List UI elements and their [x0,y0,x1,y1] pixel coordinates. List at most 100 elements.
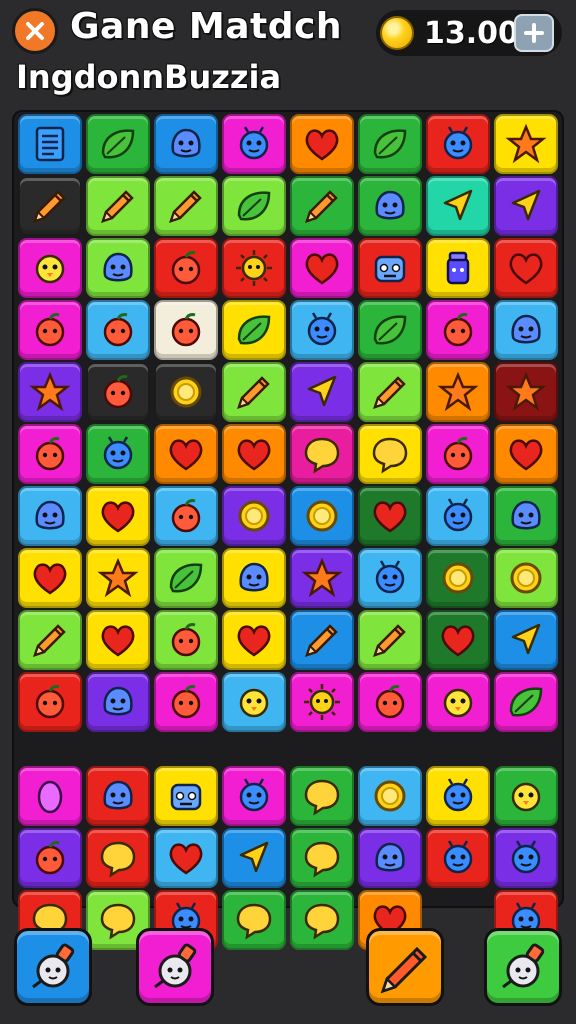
board-tile[interactable] [18,828,82,888]
board-tile[interactable] [154,672,218,732]
board-tile[interactable] [86,176,150,236]
board-tile[interactable] [358,766,422,826]
booster-button[interactable] [484,928,562,1006]
board-tile[interactable] [494,114,558,174]
board-tile[interactable] [358,548,422,608]
board-tile[interactable] [154,238,218,298]
board-tile[interactable] [494,362,558,422]
board-tile[interactable] [290,300,354,360]
board-tile[interactable] [222,238,286,298]
board-tile[interactable] [18,548,82,608]
board-tile[interactable] [154,610,218,670]
board-tile[interactable] [290,828,354,888]
board-tile[interactable] [358,610,422,670]
board-tile[interactable] [154,362,218,422]
board-tile[interactable] [426,486,490,546]
board-tile[interactable] [494,610,558,670]
board-tile[interactable] [222,548,286,608]
board-tile[interactable] [222,766,286,826]
board-tile[interactable] [18,766,82,826]
board-tile[interactable] [426,424,490,484]
board-tile[interactable] [290,176,354,236]
board-tile[interactable] [358,424,422,484]
board-tile[interactable] [18,176,82,236]
board-tile[interactable] [86,238,150,298]
board-tile[interactable] [18,610,82,670]
board-tile[interactable] [494,672,558,732]
board-tile[interactable] [290,672,354,732]
close-button[interactable] [12,8,58,54]
board-tile[interactable] [86,610,150,670]
add-coins-button[interactable] [514,14,554,52]
board-tile[interactable] [290,424,354,484]
board-tile[interactable] [154,766,218,826]
board-tile[interactable] [222,300,286,360]
board-tile[interactable] [290,238,354,298]
board-tile[interactable] [358,362,422,422]
board-tile[interactable] [358,176,422,236]
board-tile[interactable] [222,114,286,174]
board-tile[interactable] [426,610,490,670]
board-tile[interactable] [358,828,422,888]
board-tile[interactable] [290,548,354,608]
board-tile[interactable] [154,486,218,546]
board-tile[interactable] [358,300,422,360]
board-tile[interactable] [494,300,558,360]
board-tile[interactable] [86,672,150,732]
board-tile[interactable] [86,424,150,484]
board-tile[interactable] [494,176,558,236]
board-tile[interactable] [86,114,150,174]
board-tile[interactable] [18,424,82,484]
board-tile[interactable] [222,362,286,422]
board-tile[interactable] [290,486,354,546]
board-tile[interactable] [358,114,422,174]
board-tile[interactable] [222,424,286,484]
board-tile[interactable] [494,828,558,888]
board-tile[interactable] [86,828,150,888]
board-tile[interactable] [358,672,422,732]
board-tile[interactable] [494,548,558,608]
board-tile[interactable] [222,176,286,236]
board-tile[interactable] [86,362,150,422]
board-tile[interactable] [86,486,150,546]
board-tile[interactable] [290,610,354,670]
booster-button[interactable] [366,928,444,1006]
board-tile[interactable] [426,672,490,732]
board-tile[interactable] [18,362,82,422]
board-tile[interactable] [426,300,490,360]
board-tile[interactable] [494,486,558,546]
board-tile[interactable] [222,672,286,732]
board-tile[interactable] [426,828,490,888]
board-tile[interactable] [154,176,218,236]
board-tile[interactable] [222,828,286,888]
board-tile[interactable] [426,362,490,422]
booster-button[interactable] [136,928,214,1006]
board-tile[interactable] [18,672,82,732]
board-tile[interactable] [426,238,490,298]
board-tile[interactable] [494,766,558,826]
board-tile[interactable] [494,238,558,298]
board-tile[interactable] [290,766,354,826]
board-tile[interactable] [426,176,490,236]
board-tile[interactable] [154,424,218,484]
board-tile[interactable] [494,424,558,484]
board-tile[interactable] [154,548,218,608]
board-tile[interactable] [18,238,82,298]
board-tile[interactable] [18,486,82,546]
board-tile[interactable] [426,766,490,826]
board-tile[interactable] [358,486,422,546]
board-tile[interactable] [154,828,218,888]
board-tile[interactable] [154,114,218,174]
board-tile[interactable] [222,610,286,670]
board-tile[interactable] [154,300,218,360]
board-tile[interactable] [18,300,82,360]
board-tile[interactable] [426,114,490,174]
board-tile[interactable] [426,548,490,608]
board-tile[interactable] [86,548,150,608]
board-tile[interactable] [222,486,286,546]
board-tile[interactable] [358,238,422,298]
board-tile[interactable] [86,300,150,360]
board-tile[interactable] [86,766,150,826]
board-tile[interactable] [290,114,354,174]
board-tile[interactable] [18,114,82,174]
